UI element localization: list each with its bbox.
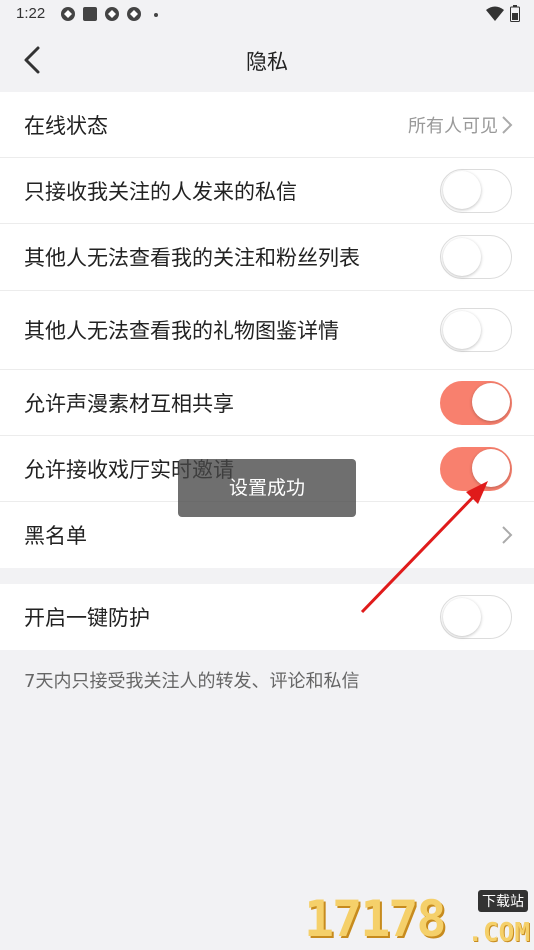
setting-row-hide-gift-collection: 其他人无法查看我的礼物图鉴详情	[0, 291, 534, 370]
online-status-row[interactable]: 在线状态 所有人可见	[0, 92, 534, 158]
system-icons	[486, 5, 520, 22]
toggle-knob	[442, 171, 481, 209]
setting-row-share-materials: 允许声漫素材互相共享	[0, 370, 534, 436]
nav-bar: 隐私	[0, 28, 534, 92]
share-materials-toggle[interactable]	[440, 380, 512, 425]
app-notification-icon	[61, 7, 75, 21]
hide-gift-collection-toggle[interactable]	[440, 308, 512, 352]
one-click-protection-toggle[interactable]	[440, 595, 512, 639]
setting-row-hide-follow-list: 其他人无法查看我的关注和粉丝列表	[0, 224, 534, 291]
protection-group: 开启一键防护	[0, 584, 534, 650]
protection-note: 7天内只接受我关注人的转发、评论和私信	[24, 671, 360, 692]
setting-row-dm-followed-only: 只接收我关注的人发来的私信	[0, 158, 534, 224]
setting-label: 其他人无法查看我的关注和粉丝列表	[24, 246, 360, 270]
toggle-knob	[471, 383, 510, 421]
watermark-digits: 17178	[304, 890, 447, 948]
dm-followed-only-toggle[interactable]	[440, 168, 512, 213]
toggle-knob	[442, 310, 481, 349]
page-title: 隐私	[246, 50, 288, 74]
toggle-knob	[442, 597, 481, 636]
chevron-right-icon	[502, 115, 513, 134]
chevron-right-icon	[502, 526, 513, 544]
status-time: 1:22	[16, 5, 46, 22]
battery-icon	[510, 5, 520, 22]
more-dot-icon	[154, 13, 158, 17]
toggle-knob	[471, 449, 510, 487]
notification-icons	[60, 6, 164, 22]
square-notification-icon	[83, 7, 97, 21]
watermark-logo: 17178 .COM 下载站	[304, 890, 530, 948]
toast-message: 设置成功	[178, 459, 356, 517]
watermark-tag: 下载站	[478, 890, 528, 912]
setting-label: 其他人无法查看我的礼物图鉴详情	[24, 319, 339, 343]
app-notification-icon	[127, 7, 141, 21]
setting-label: 允许声漫素材互相共享	[24, 391, 234, 416]
online-status-value: 所有人可见	[408, 115, 498, 137]
online-status-label: 在线状态	[24, 113, 108, 138]
watermark-com: .COM	[467, 918, 530, 948]
wifi-icon	[486, 6, 504, 21]
status-bar: 1:22	[0, 0, 534, 28]
app-notification-icon	[105, 7, 119, 21]
setting-label: 开启一键防护	[24, 606, 150, 630]
setting-row-one-click-protection: 开启一键防护	[0, 584, 534, 650]
blacklist-label: 黑名单	[24, 524, 87, 548]
setting-label: 只接收我关注的人发来的私信	[24, 179, 297, 204]
theater-invites-toggle[interactable]	[440, 446, 512, 491]
toggle-knob	[442, 237, 481, 276]
hide-follow-list-toggle[interactable]	[440, 235, 512, 279]
